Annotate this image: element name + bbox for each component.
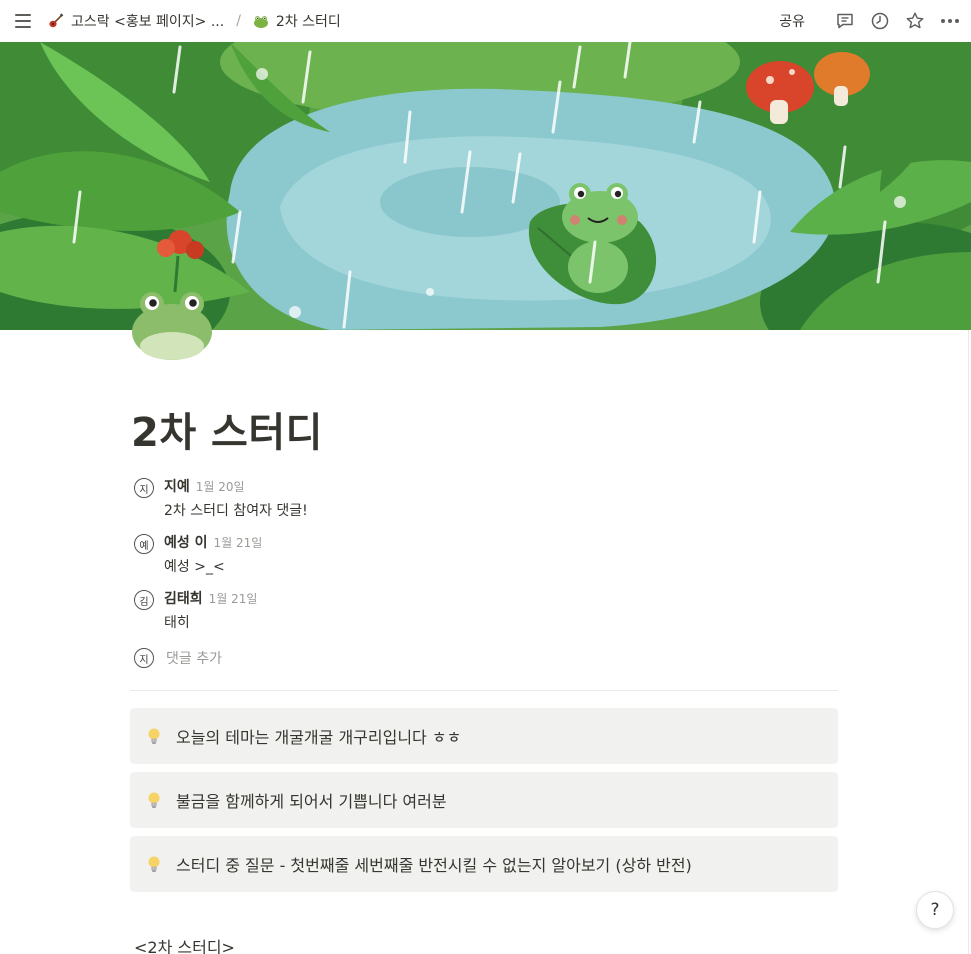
more-icon[interactable] <box>937 8 963 34</box>
share-button[interactable]: 공유 <box>771 7 813 35</box>
callout-block[interactable]: 스터디 중 질문 - 첫번째줄 세번째줄 반전시킬 수 없는지 알아보기 (상하… <box>130 836 838 892</box>
comment-text: 2차 스터디 참여자 댓글! <box>164 503 308 519</box>
comment-date: 1월 21일 <box>213 536 263 550</box>
lightbulb-icon <box>148 728 160 744</box>
frog-icon <box>132 292 212 360</box>
callout-block[interactable]: 오늘의 테마는 개굴개굴 개구리입니다 ㅎㅎ <box>130 708 838 764</box>
page-icon[interactable] <box>128 282 218 368</box>
avatar: 지 <box>134 648 154 668</box>
breadcrumb-label: 2차 스터디 <box>275 14 341 30</box>
star-icon[interactable] <box>902 8 928 34</box>
avatar: 지 <box>134 478 154 498</box>
breadcrumb-item-current[interactable]: 2차 스터디 <box>249 9 345 33</box>
help-button[interactable]: ? <box>916 891 954 929</box>
top-actions: 공유 <box>771 0 963 42</box>
callout-text: 오늘의 테마는 개굴개굴 개구리입니다 ㅎㅎ <box>176 728 462 747</box>
divider <box>130 690 838 691</box>
breadcrumb-separator: / <box>236 13 241 29</box>
comment-item[interactable]: 김 김태희 1월 21일 태히 <box>134 588 257 632</box>
section-heading[interactable]: <2차 스터디> <box>134 934 235 954</box>
callout-block[interactable]: 불금을 함께하게 되어서 기쁩니다 여러분 <box>130 772 838 828</box>
comment-author: 예성 이 <box>164 535 208 551</box>
add-comment-placeholder: 댓글 추가 <box>166 651 222 667</box>
avatar: 김 <box>134 590 154 610</box>
sidebar-menu-icon[interactable] <box>12 10 34 32</box>
callout-text: 스터디 중 질문 - 첫번째줄 세번째줄 반전시킬 수 없는지 알아보기 (상하… <box>176 856 692 875</box>
comment-date: 1월 20일 <box>195 480 245 494</box>
breadcrumb: 고스락 <홍보 페이지> ... / 2차 스터디 <box>44 0 345 42</box>
lightbulb-icon <box>148 792 160 808</box>
top-bar: 고스락 <홍보 페이지> ... / 2차 스터디 공유 <box>0 0 971 42</box>
breadcrumb-label: 고스락 <홍보 페이지> ... <box>71 14 225 30</box>
comment-icon[interactable] <box>832 8 858 34</box>
comment-author: 김태희 <box>164 591 203 607</box>
scrollbar-edge <box>968 330 969 954</box>
add-comment-input[interactable]: 지 댓글 추가 <box>134 648 222 668</box>
frog-icon <box>253 16 268 28</box>
history-icon[interactable] <box>867 8 893 34</box>
breadcrumb-item-parent[interactable]: 고스락 <홍보 페이지> ... <box>44 9 228 33</box>
comment-text: 태히 <box>164 615 190 631</box>
page-title[interactable]: 2차 스터디 <box>131 400 323 458</box>
guitar-icon <box>49 13 64 28</box>
callout-text: 불금을 함께하게 되어서 기쁩니다 여러분 <box>176 792 447 811</box>
comment-item[interactable]: 예 예성 이 1월 21일 예성 >_< <box>134 532 262 576</box>
comment-text: 예성 >_< <box>164 559 225 575</box>
lightbulb-icon <box>148 856 160 872</box>
comment-author: 지예 <box>164 479 190 495</box>
comment-date: 1월 21일 <box>208 592 258 606</box>
avatar: 예 <box>134 534 154 554</box>
comment-item[interactable]: 지 지예 1월 20일 2차 스터디 참여자 댓글! <box>134 476 308 520</box>
